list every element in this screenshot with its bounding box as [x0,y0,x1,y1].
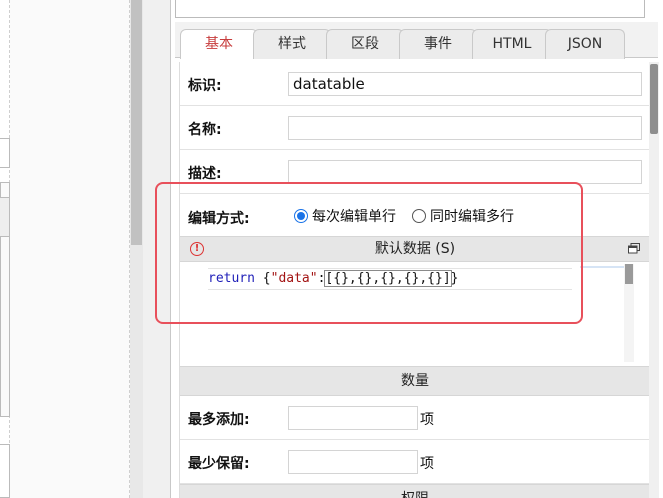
code-scrollbar-thumb[interactable] [625,264,633,284]
code-brace: { [254,271,271,286]
name-label: 名称: [188,122,222,138]
edit-multi-radio[interactable]: 同时编辑多行 [412,206,514,226]
splitter[interactable] [143,0,170,498]
desc-input[interactable] [288,160,642,184]
tab-section[interactable]: 区段 [326,29,404,59]
panel-top-fragment: ——— —— ———— —— [326,0,469,5]
canvas-column-main [10,0,130,498]
default-data-title: 默认数据 (S) [374,241,456,257]
tab-style[interactable]: 样式 [253,29,331,59]
canvas-block[interactable] [0,444,10,498]
code-minimap [580,266,624,268]
id-input[interactable]: datatable [288,72,642,96]
quantity-title: 数量 [401,373,429,389]
canvas-scrollbar-thumb[interactable] [131,0,142,245]
property-panel: ——— —— ———— —— 基本 样式 区段 事件 HTML JSON 标识:… [170,0,663,498]
code-line[interactable]: return {"data":[{},{},{},{},{}]} [208,268,572,290]
tab-events[interactable]: 事件 [399,29,477,59]
canvas-area [0,0,170,498]
canvas-block-selected[interactable] [0,197,10,237]
max-add-unit: 项 [420,412,434,428]
maximize-icon[interactable] [628,243,640,254]
name-row: 名称: [180,106,649,150]
panel-scrollbar[interactable] [649,62,659,498]
min-keep-label: 最少保留: [188,456,250,472]
edit-mode-row: 编辑方式: 每次编辑单行 同时编辑多行 [180,194,649,236]
canvas-block[interactable] [0,138,10,168]
permissions-title: 权限 [401,491,429,498]
edit-single-radio[interactable]: 每次编辑单行 [294,206,396,226]
min-keep-input[interactable] [288,450,418,474]
error-icon: ! [190,242,204,256]
default-data-editor[interactable]: return {"data":[{},{},{},{},{}]} [180,262,634,362]
code-keyword: return [208,271,255,286]
default-data-header[interactable]: ! 默认数据 (S) [180,236,649,262]
edit-multi-label: 同时编辑多行 [430,209,514,225]
id-label: 标识: [188,78,222,94]
tab-html[interactable]: HTML [472,29,552,59]
desc-row: 描述: [180,150,649,194]
min-keep-row: 最少保留: 项 [180,440,649,484]
code-brace-close: } [450,271,459,286]
panel-scrollbar-thumb[interactable] [650,64,658,134]
code-array: [{},{},{},{},{}] [324,270,452,287]
panel-top-list: ——— —— ———— —— [175,0,645,18]
basic-tab-content: 标识: datatable 名称: 描述: 编辑方式: 每次编辑单行 同时编辑多… [179,62,649,498]
tab-json[interactable]: JSON [545,29,625,59]
radio-checked-icon [294,209,308,223]
code-scrollbar[interactable] [624,264,634,362]
desc-label: 描述: [188,166,222,182]
min-keep-unit: 项 [420,456,434,472]
quantity-header: 数量 [180,366,649,396]
tab-basic[interactable]: 基本 [180,29,258,59]
radio-unchecked-icon [412,209,426,223]
tab-bar: 基本 样式 区段 事件 HTML JSON [175,22,658,59]
edit-mode-label: 编辑方式: [188,211,250,227]
permissions-header: 权限 [180,484,649,498]
code-string: "data" [270,271,318,286]
canvas-scrollbar[interactable] [130,0,143,498]
id-row: 标识: datatable [180,62,649,106]
max-add-row: 最多添加: 项 [180,396,649,440]
edit-single-label: 每次编辑单行 [312,209,396,225]
max-add-label: 最多添加: [188,412,250,428]
max-add-input[interactable] [288,406,418,430]
name-input[interactable] [288,116,642,140]
